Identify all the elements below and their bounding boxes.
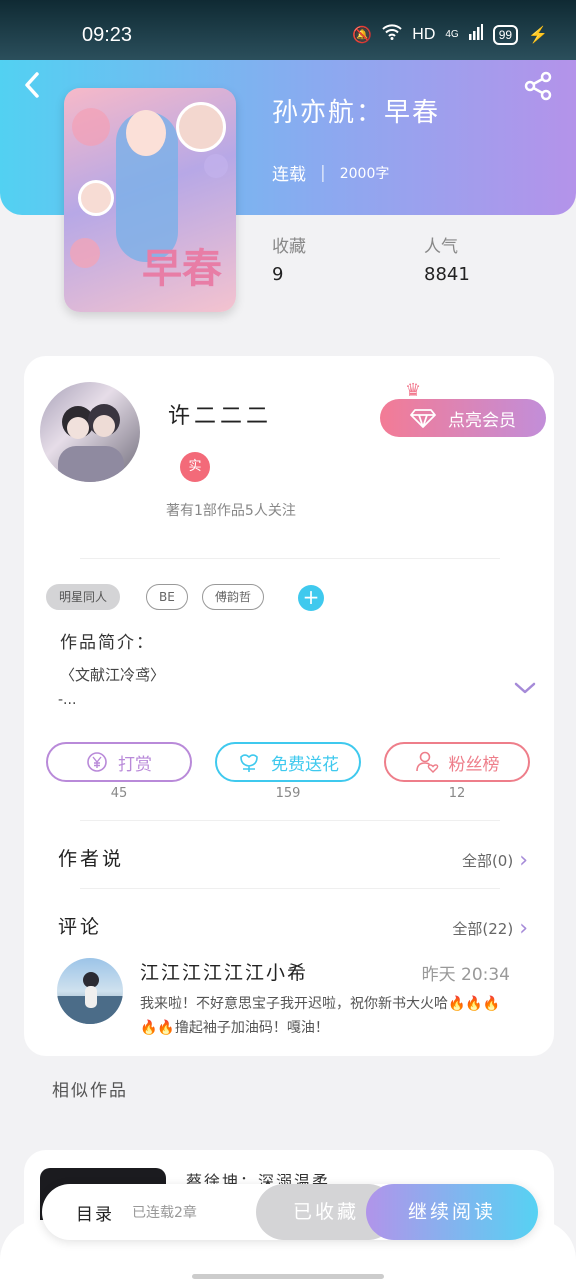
author-avatar[interactable]: [40, 382, 140, 482]
tag-item[interactable]: BE: [146, 584, 188, 610]
stat-label-popularity: 人气: [424, 237, 458, 257]
mute-icon: 🔕: [352, 26, 373, 44]
flower-count: 159: [275, 786, 301, 801]
send-flower-label: 免费送花: [271, 754, 339, 775]
divider: [80, 820, 500, 821]
cover-decoration: [72, 108, 110, 146]
comment-time: 昨天 20:34: [421, 965, 510, 985]
crown-icon: ♛: [405, 380, 422, 401]
author-says-more-label: 全部(0): [461, 852, 514, 870]
tip-label: 打赏: [118, 754, 152, 775]
comment-username[interactable]: 江江江江江江小希: [140, 958, 308, 985]
vip-button-label: 点亮会员: [448, 410, 516, 431]
comments-more-label: 全部(22): [452, 920, 514, 938]
fan-rank-button[interactable]: 粉丝榜: [384, 742, 530, 782]
intro-text-more: -...: [58, 692, 77, 708]
charging-icon: ⚡: [528, 26, 548, 44]
tip-button[interactable]: 打赏: [46, 742, 192, 782]
comment-avatar[interactable]: [57, 958, 123, 1024]
author-says-more[interactable]: 全部(0) ›: [462, 848, 528, 873]
stat-value-favorites: 9: [272, 264, 284, 285]
verified-badge: 实: [180, 452, 210, 482]
avatar-image: [57, 972, 123, 1024]
cover-figure-face: [126, 110, 166, 156]
stat-value-popularity: 8841: [424, 264, 470, 285]
signal-label: 4G: [445, 29, 459, 40]
comments-more[interactable]: 全部(22) ›: [452, 916, 528, 941]
toc-status: 已连载2章: [132, 1205, 197, 1221]
battery-icon: 99: [492, 24, 519, 45]
cover-title: 早春: [142, 246, 222, 292]
share-button[interactable]: [522, 70, 554, 102]
word-count: 2000字: [339, 165, 390, 182]
status-bar: 09:23 🔕 HD 4G 99 ⚡: [0, 0, 576, 60]
book-title: 孙亦航：早春: [272, 98, 441, 128]
home-indicator[interactable]: [192, 1274, 384, 1279]
comment-text: 我来啦！不好意思宝子我开迟啦，祝你新书大火哈🔥🔥🔥🔥🔥撸起袖子加油码！嘎油！: [140, 996, 501, 1036]
chevron-left-icon: [25, 72, 39, 98]
similar-works-title: 相似作品: [52, 1081, 128, 1101]
book-status: 连载 | 2000字: [272, 160, 390, 186]
cover-figure-face: [78, 180, 114, 216]
send-flower-button[interactable]: 免费送花: [215, 742, 361, 782]
cover-decoration: [70, 238, 100, 268]
chevron-right-icon: ›: [519, 848, 528, 873]
intro-label: 作品简介：: [60, 633, 155, 653]
divider: [80, 888, 500, 889]
network-label: HD: [412, 25, 436, 43]
toc-button[interactable]: 目录: [76, 1200, 114, 1225]
stat-label-favorites: 收藏: [272, 237, 306, 257]
expand-button[interactable]: [514, 680, 536, 696]
user-heart-icon: [415, 751, 438, 773]
divider: [80, 558, 500, 559]
cover-decoration: [204, 154, 228, 178]
add-tag-button[interactable]: +: [298, 585, 324, 611]
chevron-right-icon: ›: [519, 916, 528, 941]
fan-rank-label: 粉丝榜: [448, 754, 500, 775]
comments-title: 评论: [58, 916, 103, 938]
author-says-title: 作者说: [58, 848, 125, 870]
serial-status: 连载: [272, 165, 306, 185]
chevron-down-icon: [514, 682, 536, 694]
status-icons: 🔕 HD 4G 99 ⚡: [352, 24, 548, 45]
back-button[interactable]: [18, 70, 48, 100]
status-time: 09:23: [82, 24, 133, 46]
signal-icon: [468, 24, 483, 45]
continue-reading-button[interactable]: 继续阅读: [366, 1184, 538, 1240]
flower-icon: [240, 754, 258, 772]
status-separator: |: [320, 162, 326, 183]
vip-button[interactable]: 点亮会员: [380, 399, 546, 437]
cover-figure-face: [176, 102, 226, 152]
diamond-icon: [410, 409, 436, 428]
author-name[interactable]: 许二二二: [168, 398, 272, 430]
book-cover[interactable]: 早春: [64, 88, 236, 312]
tip-count: 45: [110, 786, 128, 801]
fan-count: 12: [448, 786, 466, 801]
wifi-icon: [382, 24, 402, 45]
yen-coin-icon: [87, 752, 107, 772]
intro-text: 〈文献江冷鸢〉: [60, 666, 166, 684]
tag-item[interactable]: 傅韵哲: [202, 584, 265, 610]
avatar-image: [58, 404, 124, 482]
share-icon: [524, 71, 552, 101]
author-meta: 著有1部作品5人关注: [166, 503, 296, 519]
tag-item[interactable]: 明星同人: [46, 584, 121, 610]
